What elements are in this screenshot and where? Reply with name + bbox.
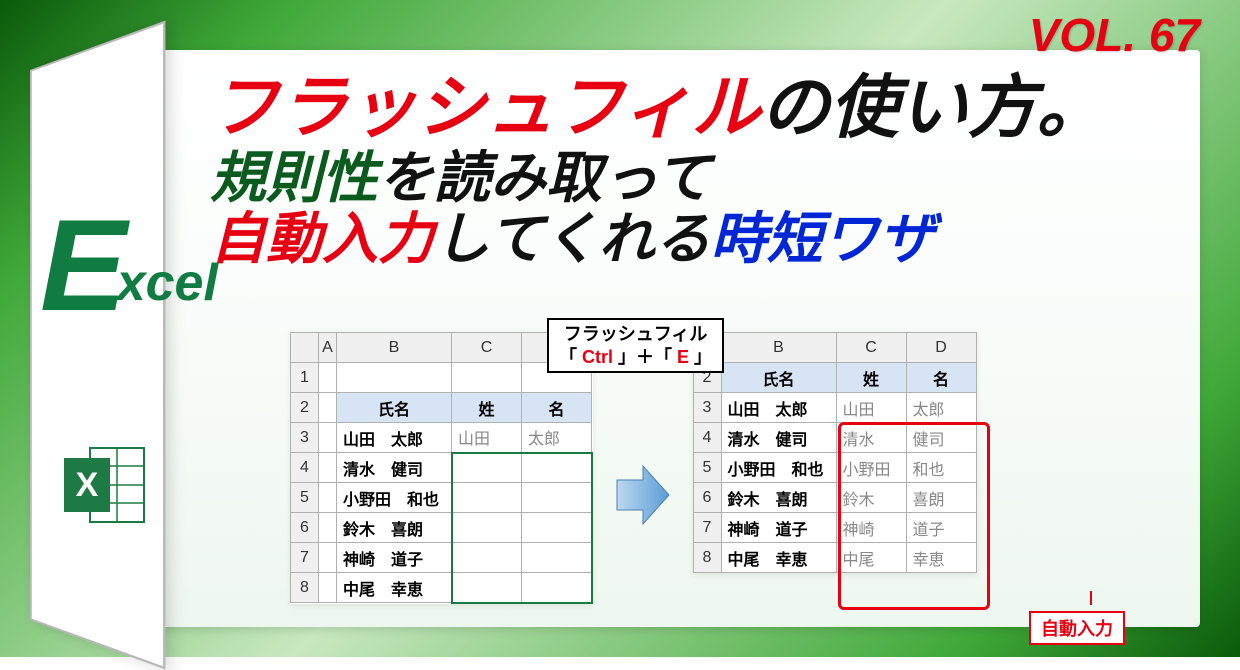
cell: 喜朗 <box>906 483 976 513</box>
slide-background: VOL. 67 Excel X フラッシュフィルの使い方。 規則性を読み取って … <box>0 0 1240 657</box>
cell: 幸恵 <box>906 543 976 573</box>
hdr-sei: 姓 <box>836 363 906 393</box>
headline-line3-black: してくれる <box>434 207 711 270</box>
col-B: B <box>721 333 836 363</box>
cell <box>452 513 522 543</box>
cell <box>522 513 592 543</box>
cell: 小野田 和也 <box>721 453 836 483</box>
hdr-mei: 名 <box>906 363 976 393</box>
spreadsheet-after-wrap: B C D 2 氏名 姓 名 3 山田 太郎 山田 太郎 4 清水 健司 清水 … <box>693 332 977 573</box>
shortcut-keys: 「 Ctrl 」＋「 E 」 <box>559 346 712 369</box>
cell: 山田 <box>452 423 522 453</box>
shortcut-tip: フラッシュフィル 「 Ctrl 」＋「 E 」 <box>547 318 724 373</box>
cell: 神崎 道子 <box>721 513 836 543</box>
headline-line1: フラッシュフィルの使い方。 <box>210 72 1210 144</box>
svg-text:X: X <box>76 466 99 504</box>
headline-line3-blue: 時短ワザ <box>711 207 935 270</box>
cell: 山田 太郎 <box>721 393 836 423</box>
cell: 小野田 <box>836 453 906 483</box>
auto-input-label: 自動入力 <box>1029 611 1125 645</box>
volume-label: VOL. 67 <box>1029 8 1200 62</box>
spreadsheet-after: B C D 2 氏名 姓 名 3 山田 太郎 山田 太郎 4 清水 健司 清水 … <box>693 332 977 573</box>
cell: 山田 <box>836 393 906 423</box>
headline-line1-red: フラッシュフィル <box>210 69 761 146</box>
cell: 小野田 和也 <box>337 483 452 513</box>
cell: 中尾 <box>836 543 906 573</box>
cell <box>522 543 592 573</box>
shortcut-title: フラッシュフィル <box>559 323 712 346</box>
hdr-sei: 姓 <box>452 393 522 423</box>
col-header-row: B C D <box>693 333 976 363</box>
cell: 道子 <box>906 513 976 543</box>
cell <box>522 483 592 513</box>
cell <box>522 453 592 483</box>
cell: 太郎 <box>522 423 592 453</box>
cell: 神崎 道子 <box>337 543 452 573</box>
col-C: C <box>452 333 522 363</box>
cell: 中尾 幸恵 <box>337 573 452 603</box>
cell <box>452 543 522 573</box>
headline-line2: 規則性を読み取って <box>210 148 1210 208</box>
auto-connector <box>1090 591 1092 605</box>
headline-line1-black: の使い方。 <box>761 69 1106 146</box>
cell <box>522 573 592 603</box>
headline-line3-red: 自動入力 <box>210 207 434 270</box>
key-ctrl: Ctrl <box>582 347 613 367</box>
cell: 鈴木 喜朗 <box>721 483 836 513</box>
cell: 鈴木 <box>836 483 906 513</box>
excel-xcel: xcel <box>117 254 218 312</box>
col-D: D <box>906 333 976 363</box>
door-graphic <box>30 70 160 620</box>
cell: 清水 健司 <box>721 423 836 453</box>
col-B: B <box>337 333 452 363</box>
col-C: C <box>836 333 906 363</box>
cell <box>452 573 522 603</box>
cell: 神崎 <box>836 513 906 543</box>
key-e: E <box>677 347 689 367</box>
cell: 太郎 <box>906 393 976 423</box>
excel-app-icon: X <box>60 440 150 530</box>
hdr-name: 氏名 <box>721 363 836 393</box>
cell: 山田 太郎 <box>337 423 452 453</box>
cell: 清水 健司 <box>337 453 452 483</box>
excel-E: E <box>40 192 123 338</box>
cell <box>452 453 522 483</box>
headline-line2-black: を読み取って <box>378 146 711 209</box>
cell <box>452 483 522 513</box>
cell: 中尾 幸恵 <box>721 543 836 573</box>
hdr-name: 氏名 <box>337 393 452 423</box>
headline-line2-green: 規則性 <box>210 146 378 209</box>
arrow-icon <box>613 460 673 535</box>
col-A: A <box>319 333 337 363</box>
cell: 健司 <box>906 423 976 453</box>
headline-block: フラッシュフィルの使い方。 規則性を読み取って 自動入力してくれる時短ワザ <box>210 72 1210 269</box>
headline-line3: 自動入力してくれる時短ワザ <box>210 209 1210 269</box>
hdr-mei: 名 <box>522 393 592 423</box>
cell: 清水 <box>836 423 906 453</box>
cell: 鈴木 喜朗 <box>337 513 452 543</box>
excel-text-logo: Excel <box>40 200 224 330</box>
cell: 和也 <box>906 453 976 483</box>
